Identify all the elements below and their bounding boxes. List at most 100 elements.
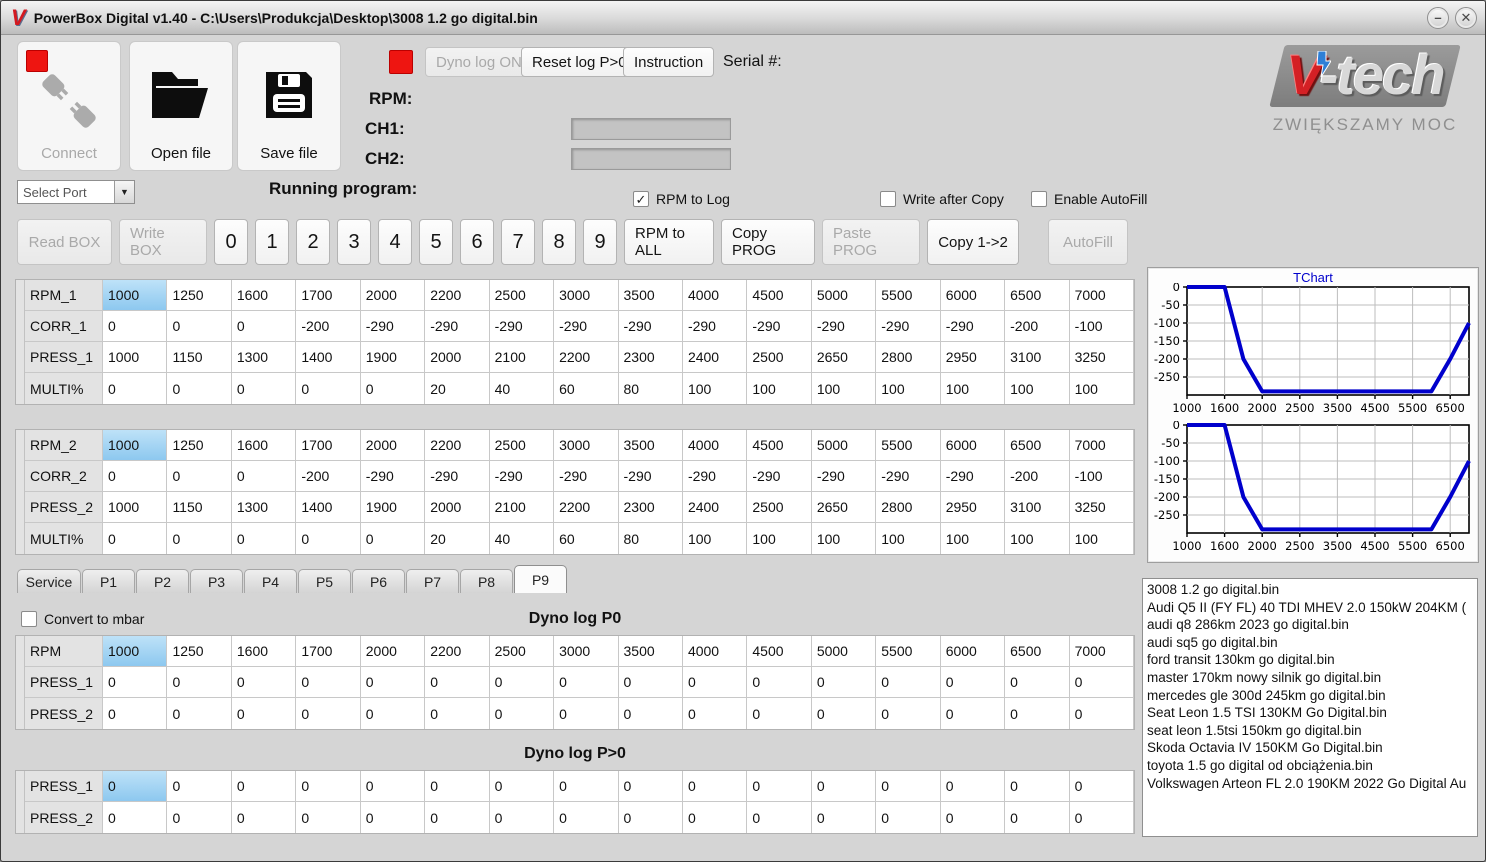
table-cell[interactable]: -290 [940,311,1006,341]
table-cell[interactable]: 1900 [360,492,426,522]
table-cell[interactable]: 6000 [940,636,1006,666]
digit-button-1[interactable]: 1 [255,219,289,265]
table-cell[interactable]: 100 [747,523,812,554]
table-cell[interactable]: 2200 [554,342,619,372]
table-cell[interactable]: 0 [747,667,812,697]
table-cell[interactable]: 1900 [360,342,426,372]
table-cell[interactable]: 5000 [811,636,877,666]
table-cell[interactable]: 2300 [618,342,683,372]
file-list-item[interactable]: master 170km nowy silnik go digital.bin [1147,669,1477,687]
table-cell[interactable]: 0 [489,802,555,833]
table-cell[interactable]: 2500 [747,492,812,522]
table-cell[interactable]: 2400 [682,492,748,522]
table-cell[interactable]: 0 [940,771,1006,801]
table-cell[interactable]: 2950 [940,492,1006,522]
table-cell[interactable]: 1000 [103,430,168,460]
table-cell[interactable]: 3250 [1069,342,1134,372]
table-cell[interactable]: 0 [296,802,361,833]
rpm-to-all-button[interactable]: RPM to ALL [624,219,714,265]
table-cell[interactable]: 3000 [554,280,619,310]
table-cell[interactable]: -290 [554,311,619,341]
file-list-item[interactable]: mercedes gle 300d 245km go digital.bin [1147,687,1477,705]
digit-button-7[interactable]: 7 [501,219,535,265]
table-cell[interactable]: -290 [747,461,812,491]
table-cell[interactable]: 0 [103,802,168,833]
table-cell[interactable]: 2000 [360,430,426,460]
table-cell[interactable]: 0 [940,667,1006,697]
table-cell[interactable]: 1400 [296,342,361,372]
table-cell[interactable]: 6000 [940,430,1006,460]
table-cell[interactable]: 5000 [811,430,877,460]
table-cell[interactable]: 0 [618,667,683,697]
tab-p5[interactable]: P5 [298,569,351,593]
table-cell[interactable]: 0 [231,771,297,801]
table-cell[interactable]: 40 [489,373,555,404]
table-cell[interactable]: 1250 [167,636,232,666]
digit-button-9[interactable]: 9 [583,219,617,265]
table-cell[interactable]: 0 [618,698,683,729]
table-cell[interactable]: 0 [876,771,941,801]
table-cell[interactable]: 80 [618,373,683,404]
file-list-item[interactable]: Seat Leon 1.5 TSI 130KM Go Digital.bin [1147,704,1477,722]
table-cell[interactable]: 1400 [296,492,361,522]
table-cell[interactable]: 0 [425,667,490,697]
table-cell[interactable]: 100 [811,373,877,404]
table-cell[interactable]: 0 [167,771,232,801]
table-cell[interactable]: 2100 [489,492,555,522]
table-cell[interactable]: 100 [1005,523,1070,554]
table-cell[interactable]: 60 [554,523,619,554]
table-cell[interactable]: 0 [167,461,232,491]
enable-autofill-checkbox[interactable]: ✓ Enable AutoFill [1031,191,1147,207]
table-cell[interactable]: 2650 [811,492,877,522]
table-cell[interactable]: 7000 [1069,636,1134,666]
table-cell[interactable]: 20 [425,523,490,554]
table-cell[interactable]: 5500 [876,280,941,310]
table-cell[interactable]: 2800 [876,342,941,372]
table-cell[interactable]: 0 [103,771,168,801]
table-cell[interactable]: 0 [296,771,361,801]
tab-service[interactable]: Service [17,569,81,593]
table-cell[interactable]: 0 [103,667,168,697]
table-cell[interactable]: 0 [876,802,941,833]
table-cell[interactable]: 0 [231,461,297,491]
table-cell[interactable]: 0 [103,373,168,404]
table-cell[interactable]: 6500 [1005,636,1070,666]
table-cell[interactable]: 1600 [231,636,297,666]
save-file-button[interactable]: Save file [237,41,341,171]
table-cell[interactable]: 100 [1069,523,1134,554]
table-cell[interactable]: 3100 [1005,342,1070,372]
table-cell[interactable]: 0 [1005,698,1070,729]
table-cell[interactable]: 2000 [360,636,426,666]
file-list-item[interactable]: ford transit 130km go digital.bin [1147,651,1477,669]
table-cell[interactable]: 100 [940,523,1006,554]
table-cell[interactable]: 100 [940,373,1006,404]
table-cell[interactable]: 0 [103,698,168,729]
table-cell[interactable]: 2000 [425,342,490,372]
table-cell[interactable]: 3500 [618,430,683,460]
table-cell[interactable]: -290 [682,461,748,491]
table-cell[interactable]: 4000 [682,280,748,310]
table-cell[interactable]: 40 [489,523,555,554]
table-cell[interactable]: 0 [103,461,168,491]
table-cell[interactable]: 2200 [425,280,490,310]
table-cell[interactable]: 0 [360,802,426,833]
table-cell[interactable]: 7000 [1069,280,1134,310]
table-cell[interactable]: 6500 [1005,430,1070,460]
read-box-button[interactable]: Read BOX [17,219,112,265]
table-cell[interactable]: -290 [618,461,683,491]
tab-p7[interactable]: P7 [406,569,459,593]
table-cell[interactable]: 1000 [103,280,168,310]
table-cell[interactable]: -290 [489,311,555,341]
table-cell[interactable]: 2300 [618,492,683,522]
table-cell[interactable]: 1600 [231,280,297,310]
open-file-button[interactable]: Open file [129,41,233,171]
table-cell[interactable]: 0 [554,667,619,697]
file-list-item[interactable]: audi sq5 go digital.bin [1147,634,1477,652]
table-cell[interactable]: 0 [103,523,168,554]
table-cell[interactable]: 1300 [231,342,297,372]
table-cell[interactable]: 0 [747,771,812,801]
file-list-item[interactable]: Skoda Octavia IV 150KM Go Digital.bin [1147,739,1477,757]
table-cell[interactable]: 100 [1005,373,1070,404]
table-cell[interactable]: 0 [1005,667,1070,697]
table-cell[interactable]: -290 [425,461,490,491]
